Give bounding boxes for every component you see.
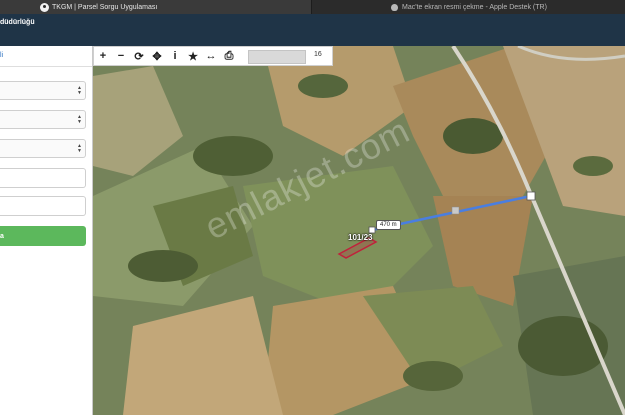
select-arrows-icon: ▲ ▼ bbox=[77, 143, 82, 154]
tab-title: TKGM | Parsel Sorgu Uygulaması bbox=[52, 3, 158, 11]
coordinate-search-input[interactable] bbox=[248, 50, 306, 64]
select-arrows-icon: ▲ ▼ bbox=[77, 114, 82, 125]
district-select[interactable]: ▲ ▼ bbox=[0, 110, 86, 129]
pan-icon[interactable]: ✥ bbox=[148, 47, 166, 65]
tab-parsel-sorgu[interactable]: TKGM | Parsel Sorgu Uygulaması bbox=[0, 0, 312, 14]
block-number-input[interactable] bbox=[0, 168, 86, 188]
select-arrows-icon: ▲ ▼ bbox=[77, 85, 82, 96]
zoom-out-button[interactable]: − bbox=[112, 47, 130, 65]
app-header: düdürlüğü bbox=[0, 14, 625, 46]
map-toolbar: + − ⟳ ✥ i ★ ↔ ⎙ 16 bbox=[93, 46, 333, 66]
satellite-imagery bbox=[93, 46, 625, 415]
query-sidebar: li ▲ ▼ ▲ ▼ ▲ ▼ a bbox=[0, 46, 93, 415]
star-icon[interactable]: ★ bbox=[184, 47, 202, 65]
parcel-number-input[interactable] bbox=[0, 196, 86, 216]
province-select[interactable]: ▲ ▼ bbox=[0, 81, 86, 100]
satellite-map[interactable]: emlakjet.com + − ⟳ ✥ i ★ ↔ ⎙ 16 101/23 4… bbox=[93, 46, 625, 415]
parcel-label: 101/23 bbox=[348, 233, 373, 242]
app-title: düdürlüğü bbox=[0, 19, 35, 26]
apple-icon bbox=[391, 3, 399, 11]
info-icon[interactable]: i bbox=[166, 47, 184, 65]
measure-icon[interactable]: ↔ bbox=[202, 47, 220, 65]
refresh-icon[interactable]: ⟳ bbox=[130, 47, 148, 65]
sidebar-link[interactable]: li bbox=[0, 52, 3, 59]
location-pin-icon bbox=[40, 2, 49, 12]
tab-title: Mac'te ekran resmi çekme - Apple Destek … bbox=[402, 3, 547, 11]
distance-label: 470 m bbox=[376, 220, 401, 230]
zoom-level: 16 bbox=[314, 51, 322, 58]
sidebar-divider bbox=[0, 66, 92, 67]
tab-apple-destek[interactable]: Mac'te ekran resmi çekme - Apple Destek … bbox=[313, 0, 625, 14]
browser-tab-bar: TKGM | Parsel Sorgu Uygulaması Mac'te ek… bbox=[0, 0, 625, 14]
zoom-in-button[interactable]: + bbox=[94, 47, 112, 65]
query-button[interactable]: a bbox=[0, 226, 86, 246]
query-button-label: a bbox=[0, 232, 4, 240]
print-icon[interactable]: ⎙ bbox=[220, 47, 238, 65]
neighborhood-select[interactable]: ▲ ▼ bbox=[0, 139, 86, 158]
